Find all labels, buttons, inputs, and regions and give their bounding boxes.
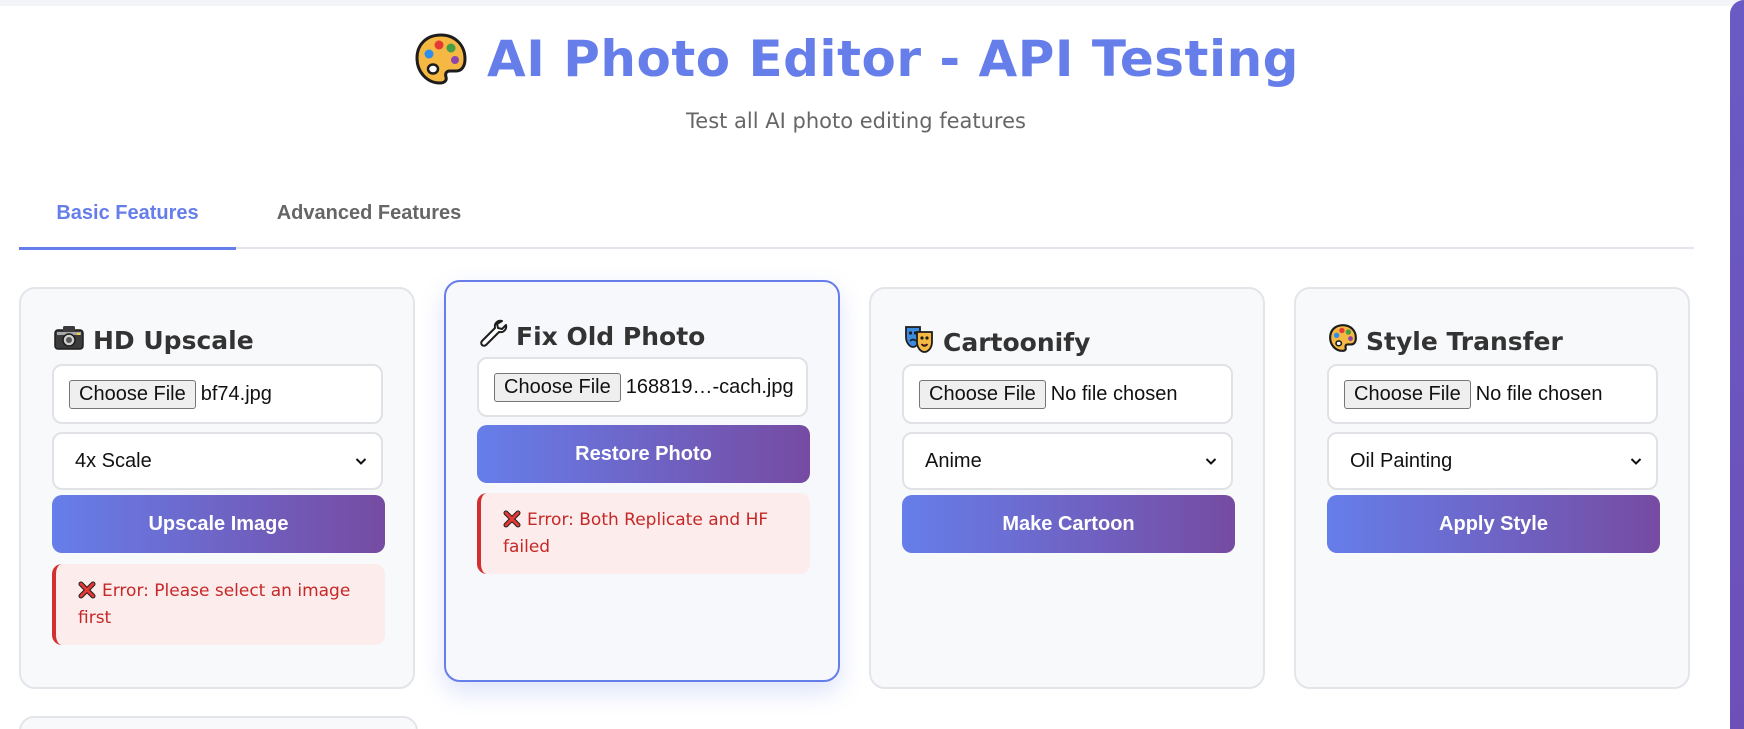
file-name: No file chosen [1050,382,1178,405]
card-hd-upscale: HD Upscale Choose File bf74.jpg 4x Scale… [19,287,415,689]
select-value: Anime [925,449,982,472]
file-input[interactable]: Choose File No file chosen [1327,364,1658,424]
choose-file-button[interactable]: Choose File [494,372,621,402]
card-title-text: Fix Old Photo [516,321,706,351]
error-message: Error: Both Replicate and HF failed [477,493,810,574]
restore-photo-button[interactable]: Restore Photo [477,425,810,483]
make-cartoon-button[interactable]: Make Cartoon [902,495,1235,553]
scale-select[interactable]: 4x Scale [52,432,383,490]
cartoon-style-select[interactable]: Anime [902,432,1233,490]
file-name: No file chosen [1475,382,1603,405]
file-input[interactable]: Choose File bf74.jpg [52,364,383,424]
card-title: HD Upscale [53,323,254,357]
file-input[interactable]: Choose File No file chosen [902,364,1233,424]
chevron-down-icon [1630,458,1642,465]
art-style-select[interactable]: Oil Painting [1327,432,1658,490]
file-name: 168819…-cach.jpg [625,375,794,398]
page: AI Photo Editor - API Testing Test all A… [0,0,1744,729]
error-message: Error: Please select an image first [52,564,385,645]
top-strip [0,0,1744,6]
card-title-text: HD Upscale [93,325,254,355]
page-subtitle: Test all AI photo editing features [686,109,1026,133]
page-title-text: AI Photo Editor - API Testing [487,30,1299,88]
header: AI Photo Editor - API Testing Test all A… [0,30,1712,133]
camera-icon [53,323,85,357]
choose-file-button[interactable]: Choose File [1344,379,1471,409]
page-title: AI Photo Editor - API Testing [413,30,1299,88]
error-text: Error: Please select an image first [78,581,351,628]
choose-file-button[interactable]: Choose File [919,379,1046,409]
chevron-down-icon [355,458,367,465]
tab-bar: Basic Features Advanced Features [19,192,1694,250]
theater-masks-icon [903,323,935,361]
card-title: Style Transfer [1328,323,1563,359]
select-value: Oil Painting [1350,449,1453,472]
right-edge-accent [1730,0,1744,729]
chevron-down-icon [1205,458,1217,465]
palette-icon [1328,323,1358,359]
card-title: Cartoonify [903,323,1090,361]
card-fix-old-photo: Fix Old Photo Choose File 168819…-cach.j… [444,280,840,682]
select-value: 4x Scale [75,449,152,472]
card-title-text: Cartoonify [943,327,1091,357]
wrench-icon [478,318,508,354]
card-title: Fix Old Photo [478,318,705,354]
tab-basic-features[interactable]: Basic Features [19,192,236,250]
upscale-image-button[interactable]: Upscale Image [52,495,385,553]
next-card-peek [19,716,418,729]
card-title-text: Style Transfer [1366,326,1563,356]
cross-mark-icon [503,510,521,535]
card-cartoonify: Cartoonify Choose File No file chosen An… [869,287,1265,689]
choose-file-button[interactable]: Choose File [69,379,196,409]
error-text: Error: Both Replicate and HF failed [503,510,769,557]
tab-advanced-features[interactable]: Advanced Features [249,192,489,247]
file-name: bf74.jpg [200,382,272,405]
file-input[interactable]: Choose File 168819…-cach.jpg [477,357,808,417]
palette-icon [413,31,469,87]
card-style-transfer: Style Transfer Choose File No file chose… [1294,287,1690,689]
apply-style-button[interactable]: Apply Style [1327,495,1660,553]
cross-mark-icon [78,581,96,606]
